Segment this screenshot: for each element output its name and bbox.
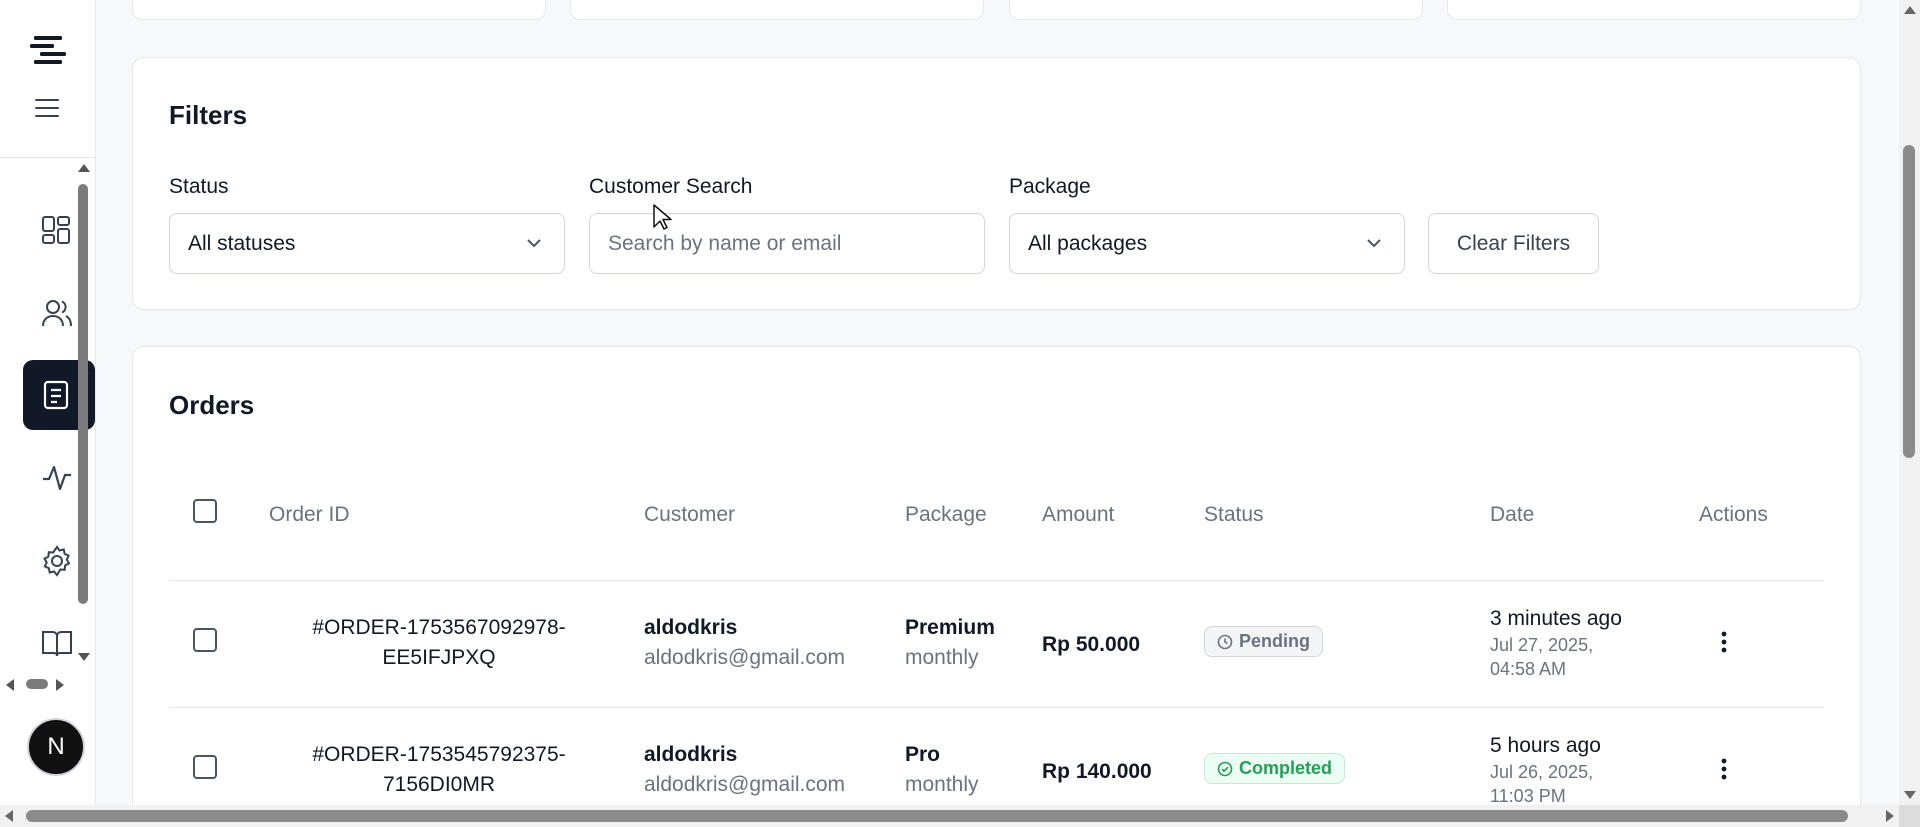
sidebar-hscroll-thumb[interactable]: [26, 679, 48, 689]
date-relative: 3 minutes ago: [1490, 607, 1622, 630]
sidebar: N: [0, 0, 96, 827]
date-absolute: Jul 27, 2025, 04:58 AM: [1490, 635, 1594, 679]
scrollbar-corner: [1899, 805, 1920, 827]
orders-table: Order ID Customer Package Amount Status …: [169, 463, 1824, 827]
package-cell: Pro monthly: [905, 740, 979, 800]
table-row[interactable]: #ORDER-1753567092978- EE5IFJPXQ aldodkri…: [169, 581, 1824, 708]
stat-card: [1009, 0, 1423, 20]
orders-title: Orders: [169, 390, 255, 420]
stat-card: [570, 0, 984, 20]
app-logo-icon[interactable]: [30, 34, 66, 64]
package-period: monthly: [905, 773, 979, 796]
page-vertical-scrollbar[interactable]: [1899, 0, 1920, 805]
date-absolute: Jul 26, 2025, 11:03 PM: [1490, 762, 1594, 806]
amount: Rp 50.000: [1042, 633, 1141, 656]
stat-card: [132, 0, 546, 20]
row-checkbox[interactable]: [193, 628, 217, 652]
col-order-id[interactable]: Order ID: [269, 503, 350, 527]
package-period: monthly: [905, 646, 979, 669]
scroll-right-arrow-icon[interactable]: [56, 679, 64, 691]
scroll-left-arrow-icon[interactable]: [6, 679, 14, 691]
col-date[interactable]: Date: [1490, 503, 1534, 527]
customer-name: aldodkris: [644, 616, 738, 639]
date-cell: 5 hours ago Jul 26, 2025, 11:03 PM: [1490, 732, 1640, 808]
package-name: Pro: [905, 743, 941, 766]
clock-icon: [1217, 634, 1233, 650]
scroll-right-arrow-icon[interactable]: [1886, 810, 1894, 822]
chevron-down-icon: [526, 238, 542, 248]
date-relative: 5 hours ago: [1490, 734, 1601, 757]
scroll-up-arrow-icon[interactable]: [78, 164, 90, 172]
customer-name: aldodkris: [644, 743, 738, 766]
settings-icon: [41, 545, 73, 577]
filters-title: Filters: [169, 100, 248, 130]
menu-toggle-icon[interactable]: [35, 98, 59, 118]
customer-cell: aldodkris aldodkris@gmail.com: [644, 613, 845, 673]
more-actions-icon[interactable]: [1721, 631, 1727, 653]
status-cell: Pending: [1204, 626, 1323, 657]
status-select[interactable]: All statuses: [169, 213, 565, 274]
col-status[interactable]: Status: [1204, 503, 1264, 527]
users-icon: [41, 298, 73, 328]
col-customer[interactable]: Customer: [644, 503, 735, 527]
col-actions: Actions: [1699, 503, 1768, 526]
package-name: Premium: [905, 616, 995, 639]
order-id-line: #ORDER-1753567092978-: [312, 616, 566, 639]
order-id-line: EE5IFJPXQ: [382, 646, 496, 669]
page-horizontal-scrollbar[interactable]: [0, 805, 1899, 827]
col-amount[interactable]: Amount: [1042, 503, 1114, 527]
status-badge: Completed: [1204, 753, 1346, 784]
sidebar-horizontal-scrollbar[interactable]: [4, 676, 74, 692]
status-select-value: All statuses: [188, 231, 296, 255]
package-select[interactable]: All packages: [1009, 213, 1405, 274]
orders-card: Orders Order ID Customer Package Amount …: [132, 346, 1861, 827]
activity-icon: [41, 463, 73, 493]
order-id-line: #ORDER-1753545792375-: [312, 743, 566, 766]
page-vscroll-thumb[interactable]: [1903, 145, 1915, 458]
order-id-line: 7156DI0MR: [382, 773, 496, 796]
customer-email: aldodkris@gmail.com: [644, 646, 846, 669]
scroll-up-arrow-icon[interactable]: [1904, 6, 1916, 14]
customer-search-input[interactable]: [608, 231, 984, 256]
orders-icon: [41, 380, 71, 410]
status-label: Status: [169, 175, 229, 198]
table-header: Order ID Customer Package Amount Status …: [169, 463, 1824, 581]
package-label: Package: [1009, 175, 1091, 198]
customer-search-label: Customer Search: [589, 175, 753, 198]
customer-email: aldodkris@gmail.com: [644, 773, 846, 796]
docs-icon: [41, 628, 73, 658]
scroll-left-arrow-icon[interactable]: [5, 810, 13, 822]
row-checkbox[interactable]: [193, 755, 217, 779]
customer-search-field[interactable]: [589, 213, 985, 274]
date-cell: 3 minutes ago Jul 27, 2025, 04:58 AM: [1490, 605, 1640, 681]
scroll-down-arrow-icon[interactable]: [1904, 791, 1916, 799]
customer-cell: aldodkris aldodkris@gmail.com: [644, 740, 845, 800]
dashboard-icon: [41, 215, 71, 245]
order-id[interactable]: #ORDER-1753567092978- EE5IFJPXQ: [289, 613, 589, 673]
avatar[interactable]: N: [27, 718, 85, 776]
package-select-value: All packages: [1028, 231, 1148, 255]
stat-card: [1447, 0, 1861, 20]
status-text: Completed: [1239, 758, 1333, 778]
sidebar-scrollbar[interactable]: [76, 160, 90, 665]
sidebar-scroll-thumb[interactable]: [78, 184, 88, 604]
check-circle-icon: [1217, 761, 1233, 777]
chevron-down-icon: [1366, 238, 1382, 248]
status-text: Pending: [1239, 631, 1310, 651]
filters-card: Filters Status All statuses Customer Sea…: [132, 57, 1861, 310]
order-id[interactable]: #ORDER-1753545792375- 7156DI0MR: [289, 740, 589, 800]
col-package[interactable]: Package: [905, 503, 987, 527]
package-cell: Premium monthly: [905, 613, 995, 673]
page-hscroll-thumb[interactable]: [26, 810, 1848, 822]
status-badge: Pending: [1204, 626, 1323, 657]
select-all-checkbox[interactable]: [193, 499, 217, 523]
clear-filters-button[interactable]: Clear Filters: [1428, 213, 1599, 274]
amount: Rp 140.000: [1042, 760, 1152, 783]
scroll-down-arrow-icon[interactable]: [78, 653, 90, 661]
sidebar-divider: [0, 157, 95, 158]
more-actions-icon[interactable]: [1721, 758, 1727, 780]
status-cell: Completed: [1204, 753, 1346, 784]
